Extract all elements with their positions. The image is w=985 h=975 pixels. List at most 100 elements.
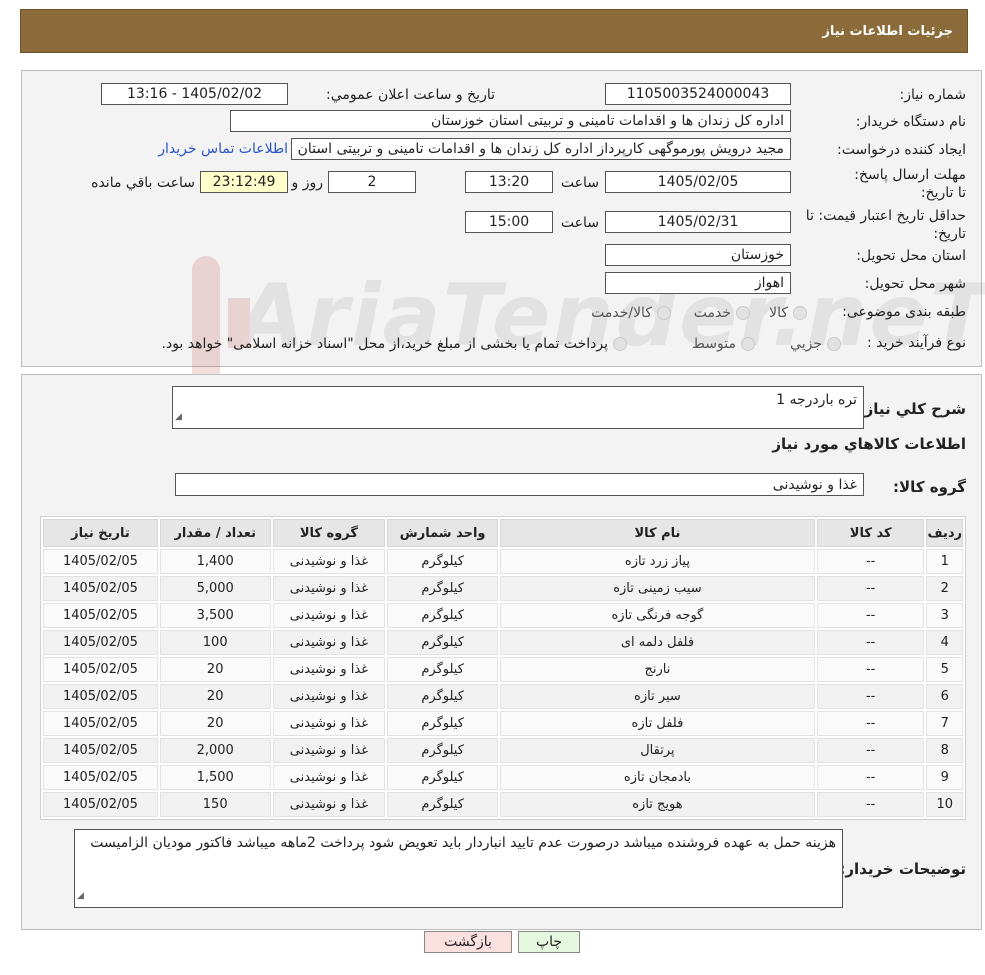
cell-goods-code: -- bbox=[816, 738, 925, 763]
creator-field: مجید درویش پورموگهی کارپرداز اداره کل زن… bbox=[291, 138, 791, 160]
cell-row-number: 1 bbox=[926, 549, 963, 574]
cell-goods-group: غذا و نوشیدنی bbox=[272, 765, 386, 790]
goods-group-label: گروه کالا: bbox=[893, 478, 966, 496]
price-validity-time-field: 15:00 bbox=[465, 211, 553, 233]
cell-goods-code: -- bbox=[816, 711, 925, 736]
announce-datetime-field: 1405/02/02 - 13:16 bbox=[101, 83, 288, 105]
resize-grip-icon[interactable]: ◢ bbox=[77, 886, 84, 906]
cell-goods-code: -- bbox=[816, 603, 925, 628]
buyer-contact-link[interactable]: اطلاعات تماس خریدار bbox=[158, 141, 288, 157]
col-goods-code: کد کالا bbox=[816, 519, 925, 547]
table-row: 2 -- سیب زمینی تازه کیلوگرم غذا و نوشیدنی 5,0… bbox=[43, 576, 963, 601]
cell-quantity: 20 bbox=[159, 657, 271, 682]
cell-need-date: 1405/02/05 bbox=[43, 630, 158, 655]
cell-goods-group: غذا و نوشیدنی bbox=[272, 603, 386, 628]
cell-quantity: 5,000 bbox=[159, 576, 271, 601]
cell-need-date: 1405/02/05 bbox=[43, 657, 158, 682]
category-radio-goods[interactable] bbox=[793, 306, 807, 320]
process-radio-medium[interactable] bbox=[741, 337, 755, 351]
cell-row-number: 7 bbox=[926, 711, 963, 736]
process-radio-minor[interactable] bbox=[827, 337, 841, 351]
category-option-service: خدمت bbox=[693, 305, 731, 321]
cell-goods-name: نارنج bbox=[500, 657, 815, 682]
cell-goods-name: فلفل تازه bbox=[500, 711, 815, 736]
category-option-goods: کالا bbox=[769, 305, 788, 321]
goods-info-title: اطلاعات کالاهاي مورد نياز bbox=[772, 435, 966, 453]
cell-goods-name: پیاز زرد تازه bbox=[500, 549, 815, 574]
cell-need-date: 1405/02/05 bbox=[43, 738, 158, 763]
process-option-minor: جزيي bbox=[790, 336, 822, 352]
cell-unit: کیلوگرم bbox=[387, 765, 499, 790]
cell-goods-code: -- bbox=[816, 792, 925, 817]
reply-date-field: 1405/02/05 bbox=[605, 171, 791, 193]
cell-goods-name: بادمجان تازه bbox=[500, 765, 815, 790]
need-number-label: شماره نیاز: bbox=[899, 87, 967, 103]
table-header-row: رديف کد کالا نام کالا واحد شمارش گروه کا… bbox=[43, 519, 963, 547]
col-row-number: رديف bbox=[926, 519, 963, 547]
print-button[interactable]: چاپ bbox=[518, 931, 580, 953]
cell-unit: کیلوگرم bbox=[387, 684, 499, 709]
summary-text: تره باردرجه 1 bbox=[776, 392, 857, 408]
cell-goods-name: سیب زمینی تازه bbox=[500, 576, 815, 601]
cell-quantity: 100 bbox=[159, 630, 271, 655]
creator-label: ايجاد کننده درخواست: bbox=[837, 142, 966, 158]
cell-goods-name: هویج تازه bbox=[500, 792, 815, 817]
price-validity-date-field: 1405/02/31 bbox=[605, 211, 791, 233]
cell-unit: کیلوگرم bbox=[387, 657, 499, 682]
col-need-date: تاریخ نیاز bbox=[43, 519, 158, 547]
page-header: جزئیات اطلاعات نیاز bbox=[20, 9, 968, 53]
city-label: شهر محل تحويل: bbox=[864, 276, 966, 292]
back-button[interactable]: بازگشت bbox=[424, 931, 512, 953]
page-title: جزئیات اطلاعات نیاز bbox=[822, 23, 953, 39]
cell-quantity: 3,500 bbox=[159, 603, 271, 628]
category-radio-service[interactable] bbox=[736, 306, 750, 320]
category-label: طبقه بندی موضوعی: bbox=[842, 304, 966, 320]
cell-need-date: 1405/02/05 bbox=[43, 576, 158, 601]
cell-goods-name: گوجه فرنگی تازه bbox=[500, 603, 815, 628]
col-unit: واحد شمارش bbox=[387, 519, 499, 547]
process-note: پرداخت تمام يا بخشی از مبلغ خريد،از محل … bbox=[161, 336, 608, 352]
cell-need-date: 1405/02/05 bbox=[43, 711, 158, 736]
summary-label: شرح کلي نياز: bbox=[858, 400, 966, 418]
cell-goods-code: -- bbox=[816, 576, 925, 601]
cell-row-number: 5 bbox=[926, 657, 963, 682]
table-row: 9 -- بادمجان تازه کیلوگرم غذا و نوشیدنی 1,500… bbox=[43, 765, 963, 790]
cell-row-number: 6 bbox=[926, 684, 963, 709]
cell-goods-code: -- bbox=[816, 657, 925, 682]
province-field: خوزستان bbox=[605, 244, 791, 266]
summary-textarea[interactable]: تره باردرجه 1 ◢ bbox=[172, 386, 864, 429]
category-radio-goods-service[interactable] bbox=[657, 306, 671, 320]
cell-quantity: 150 bbox=[159, 792, 271, 817]
cell-goods-group: غذا و نوشیدنی bbox=[272, 630, 386, 655]
cell-goods-group: غذا و نوشیدنی bbox=[272, 684, 386, 709]
cell-row-number: 9 bbox=[926, 765, 963, 790]
reply-deadline-label: مهلت ارسال پاسخ: تا تاريخ: bbox=[854, 167, 966, 201]
cell-goods-group: غذا و نوشیدنی bbox=[272, 657, 386, 682]
goods-group-field: غذا و نوشیدنی bbox=[175, 473, 864, 496]
table-row: 6 -- سیر تازه کیلوگرم غذا و نوشیدنی 20 1405/02… bbox=[43, 684, 963, 709]
cell-goods-code: -- bbox=[816, 630, 925, 655]
cell-need-date: 1405/02/05 bbox=[43, 792, 158, 817]
reply-time-label: ساعت bbox=[560, 175, 599, 191]
buyer-notes-textarea[interactable]: هزینه حمل به عهده فروشنده میباشد درصورت … bbox=[74, 829, 843, 908]
cell-goods-name: سیر تازه bbox=[500, 684, 815, 709]
cell-unit: کیلوگرم bbox=[387, 603, 499, 628]
remaining-days-field: 2 bbox=[328, 171, 416, 193]
buyer-notes-text: هزینه حمل به عهده فروشنده میباشد درصورت … bbox=[90, 835, 836, 851]
reply-time-field: 13:20 bbox=[465, 171, 553, 193]
col-quantity: تعداد / مقدار bbox=[159, 519, 271, 547]
resize-grip-icon[interactable]: ◢ bbox=[175, 407, 182, 427]
cell-need-date: 1405/02/05 bbox=[43, 765, 158, 790]
cell-unit: کیلوگرم bbox=[387, 792, 499, 817]
cell-row-number: 3 bbox=[926, 603, 963, 628]
cell-quantity: 1,400 bbox=[159, 549, 271, 574]
table-row: 7 -- فلفل تازه کیلوگرم غذا و نوشیدنی 20 1405/0… bbox=[43, 711, 963, 736]
cell-quantity: 20 bbox=[159, 711, 271, 736]
cell-goods-code: -- bbox=[816, 765, 925, 790]
buyer-org-label: نام دستگاه خريدار: bbox=[855, 114, 966, 130]
treasury-payment-checkbox[interactable] bbox=[613, 337, 627, 351]
remaining-label: ساعت باقي مانده bbox=[91, 175, 195, 191]
cell-need-date: 1405/02/05 bbox=[43, 549, 158, 574]
cell-need-date: 1405/02/05 bbox=[43, 603, 158, 628]
col-goods-name: نام کالا bbox=[500, 519, 815, 547]
